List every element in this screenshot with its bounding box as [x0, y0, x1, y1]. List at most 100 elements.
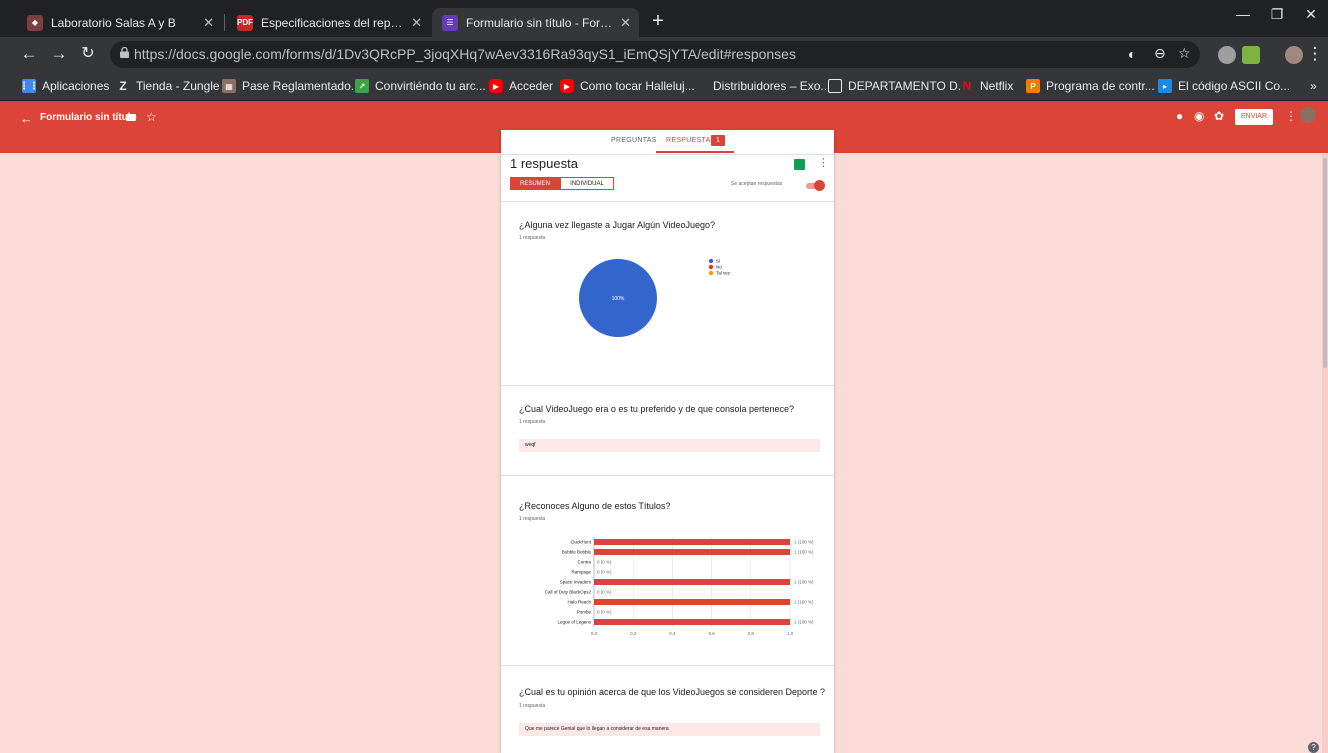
category-label: Bubble Bobble: [562, 550, 592, 555]
youtube-icon: ▶: [489, 79, 503, 93]
browser-menu-icon[interactable]: ⋮: [1304, 43, 1326, 65]
pdf-favicon-icon: PDF: [237, 14, 253, 31]
question-title: ¿Cual VideoJuego era o es tu preferido y…: [519, 404, 795, 414]
zungle-icon: Z: [116, 79, 130, 93]
bookmark-tienda-zungle[interactable]: Z Tienda - Zungle: [116, 77, 220, 95]
close-tab-icon[interactable]: ✕: [411, 15, 422, 31]
individual-tab-button[interactable]: INDIVIDUAL: [560, 177, 614, 190]
bookmark-ascii[interactable]: ▸ El código ASCII Co...: [1158, 77, 1290, 95]
legend-swatch: [708, 258, 714, 264]
bookmark-label: Programa de contr...: [1046, 79, 1155, 93]
divider: [501, 665, 834, 666]
browser-tab-formulario[interactable]: ☰ Formulario sin título - Formulario ✕: [432, 8, 639, 37]
zoom-icon[interactable]: ⊖: [1154, 45, 1166, 62]
bookmark-distribuidores[interactable]: Distribuidores – Exo...: [713, 77, 830, 95]
maximize-icon[interactable]: ❐: [1262, 6, 1292, 23]
settings-gear-icon[interactable]: ✿: [1214, 109, 1224, 123]
bookmark-label: Como tocar Halleluj...: [580, 79, 695, 93]
bookmark-como-tocar[interactable]: ▶ Como tocar Halleluj...: [560, 77, 695, 95]
bookmark-label: DEPARTAMENTO D...: [848, 79, 968, 93]
bookmark-programa[interactable]: P Programa de contr...: [1026, 77, 1155, 95]
star-icon[interactable]: ☆: [146, 110, 157, 124]
tab-preguntas[interactable]: PREGUNTAS: [611, 137, 657, 144]
form-tabs: PREGUNTAS RESPUESTAS 1: [501, 130, 834, 155]
close-window-icon[interactable]: ✕: [1296, 6, 1326, 23]
extension-icon[interactable]: [1218, 46, 1236, 64]
responses-card: PREGUNTAS RESPUESTAS 1 1 respuesta ⋮ RES…: [501, 130, 834, 753]
bookmark-acceder[interactable]: ▶ Acceder: [489, 77, 553, 95]
bookmark-pase-reglamentado[interactable]: ▦ Pase Reglamentado...: [222, 77, 361, 95]
more-bookmarks-button[interactable]: »: [1310, 77, 1317, 95]
form-title[interactable]: Formulario sin título: [40, 112, 137, 123]
category-label: DuckHunt: [571, 540, 592, 545]
x-tick-label: 0,2: [630, 631, 637, 636]
apps-grid-icon: ⋮⋮: [19, 79, 39, 93]
question-response-count: 1 respuesta: [519, 516, 546, 522]
bar-value-label: 1 (100 %): [794, 550, 814, 555]
back-arrow-icon[interactable]: ←: [18, 43, 40, 65]
category-label: Pombe: [577, 610, 592, 615]
send-button[interactable]: ENVIAR: [1235, 109, 1273, 125]
browser-tab-especificaciones[interactable]: PDF Especificaciones del reporte de la ✕: [227, 8, 430, 37]
browser-tab-strip: ◆ Laboratorio Salas A y B ✕ PDF Especifi…: [0, 0, 1328, 37]
close-tab-icon[interactable]: ✕: [620, 15, 631, 31]
category-label: Space Invaders: [560, 580, 592, 585]
x-tick-label: 0,8: [748, 631, 755, 636]
bar-chart: 0,0 0,2 0,4 0,6 0,8 1,0 DuckHunt 1 (100 %) Bubbl…: [545, 537, 814, 636]
responses-count-badge: 1: [711, 135, 725, 146]
tab-respuestas[interactable]: RESPUESTAS: [666, 137, 716, 144]
forward-arrow-icon[interactable]: →: [48, 43, 70, 65]
bar: [594, 619, 790, 625]
extension-cookie-icon[interactable]: ◐: [1128, 46, 1136, 62]
legend-label: Tal vez: [716, 271, 731, 276]
text-answer: Que me parece Genial que lo llegan a con…: [519, 723, 820, 736]
profile-avatar[interactable]: [1285, 46, 1303, 64]
browser-tab-laboratorio[interactable]: ◆ Laboratorio Salas A y B ✕: [17, 8, 222, 37]
bookmark-netflix[interactable]: N Netflix: [960, 77, 1013, 95]
tab-separator: [224, 14, 225, 31]
bookmark-convirtiendo[interactable]: ↗ Convirtiéndo tu arc...: [355, 77, 486, 95]
scrollbar-thumb[interactable]: [1323, 158, 1327, 368]
browser-toolbar: ← → ↻ https://docs.google.com/forms/d/1D…: [0, 37, 1328, 72]
toggle-knob[interactable]: [814, 180, 825, 191]
pie-chart: 100% SíNoTal vez: [579, 258, 731, 337]
more-options-icon[interactable]: ⋮: [1285, 109, 1297, 123]
bar-value-label: 1 (100 %): [794, 620, 814, 625]
bookmark-label: Acceder: [509, 79, 554, 93]
bookmarks-bar: ⋮⋮ Aplicaciones Z Tienda - Zungle ▦ Pase…: [0, 72, 1328, 101]
more-options-icon[interactable]: ⋮: [818, 156, 829, 169]
response-count: 1 respuesta: [510, 156, 578, 171]
sheets-icon[interactable]: [794, 159, 805, 170]
lab-favicon-icon: ◆: [27, 14, 43, 31]
folder-icon[interactable]: [126, 114, 136, 121]
question-title: ¿Alguna vez llegaste a Jugar Algún Video…: [519, 220, 715, 230]
palette-icon[interactable]: ●: [1176, 109, 1183, 123]
bookmark-departamento[interactable]: DEPARTAMENTO D...: [828, 77, 968, 95]
divider: [501, 475, 834, 476]
address-bar[interactable]: https://docs.google.com/forms/d/1Dv3QRcP…: [110, 41, 1200, 68]
extension-green-icon[interactable]: [1242, 46, 1260, 64]
bookmark-star-icon[interactable]: ☆: [1178, 45, 1191, 62]
bar-value-label: 0 (0 %): [597, 610, 612, 615]
bar: [594, 599, 790, 605]
preview-eye-icon[interactable]: ◉: [1194, 109, 1204, 123]
category-label: Call of Duty BlackOps2: [545, 590, 592, 595]
question-title: ¿Cual es tu opinión acerca de que los Vi…: [519, 687, 826, 697]
reload-icon[interactable]: ↻: [77, 43, 99, 65]
category-label: Halo Reach: [567, 600, 591, 605]
minimize-icon[interactable]: —: [1228, 6, 1258, 22]
summary-tab-button[interactable]: RESUMEN: [510, 177, 560, 190]
legend-swatch: [708, 264, 714, 270]
url-text: https://docs.google.com/forms/d/1Dv3QRcP…: [134, 46, 796, 62]
bar-value-label: 1 (100 %): [794, 600, 814, 605]
bookmark-aplicaciones[interactable]: ⋮⋮ Aplicaciones: [19, 77, 109, 95]
bar: [594, 549, 790, 555]
lock-icon: [120, 47, 129, 58]
x-tick-label: 0,4: [669, 631, 676, 636]
x-tick-label: 0,6: [708, 631, 715, 636]
new-tab-button[interactable]: +: [645, 10, 671, 34]
close-tab-icon[interactable]: ✕: [203, 15, 214, 31]
help-icon[interactable]: ?: [1308, 742, 1319, 753]
back-arrow-icon[interactable]: ←: [20, 111, 33, 126]
avatar[interactable]: [1300, 107, 1316, 123]
